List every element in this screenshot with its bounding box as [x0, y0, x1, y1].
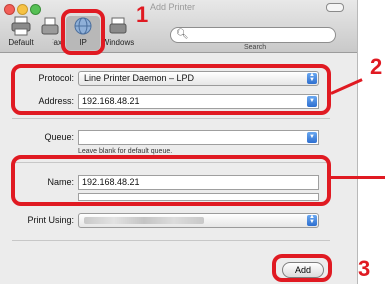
queue-history-icon[interactable]: ▼	[307, 132, 317, 143]
printer-icon	[11, 16, 31, 36]
search-icon: 🔍︎	[176, 29, 189, 40]
toolbar: Add Printer Default Fax IP Windows 🔍︎ Se…	[0, 0, 357, 53]
toolbar-default-button[interactable]: Default	[4, 16, 38, 47]
popup-arrows-icon: ▲ ▼	[307, 214, 317, 226]
search-field[interactable]: 🔍︎	[170, 27, 336, 45]
zoom-window-button[interactable]	[30, 4, 41, 15]
windows-printer-icon	[109, 17, 127, 34]
fax-icon	[41, 17, 59, 35]
queue-hint: Leave blank for default queue.	[78, 148, 173, 155]
callout-1-highlight	[61, 9, 105, 55]
callout-3-number: 3	[358, 256, 371, 281]
add-printer-window: Add Printer Default Fax IP Windows 🔍︎ Se…	[0, 0, 358, 284]
driver-name-redacted	[84, 217, 204, 224]
print-using-label: Print Using:	[27, 215, 74, 225]
toolbar-default-label: Default	[8, 38, 34, 47]
callout-2-connector-bottom	[331, 176, 385, 179]
callout-2-highlight-name	[11, 155, 331, 206]
toolbar-fax-button[interactable]: Fax	[36, 16, 64, 47]
close-window-button[interactable]	[4, 4, 15, 15]
queue-label: Queue:	[44, 132, 74, 142]
toolbar-fax-label: Fax	[48, 38, 62, 47]
minimize-window-button[interactable]	[17, 4, 28, 15]
callout-2-number: 2	[370, 54, 383, 79]
divider	[12, 240, 330, 241]
divider	[12, 118, 330, 119]
callout-1-number: 1	[136, 2, 149, 27]
print-using-popup[interactable]: ▲ ▼	[78, 213, 319, 228]
window-title: Add Printer	[150, 2, 196, 12]
search-caption: Search	[244, 44, 267, 51]
callout-2-highlight-protocol-address	[11, 64, 331, 115]
queue-combo[interactable]: ▼	[78, 130, 319, 145]
callout-3-highlight	[272, 254, 332, 282]
search-input[interactable]	[189, 31, 329, 45]
toolbar-toggle-button[interactable]	[326, 3, 344, 12]
